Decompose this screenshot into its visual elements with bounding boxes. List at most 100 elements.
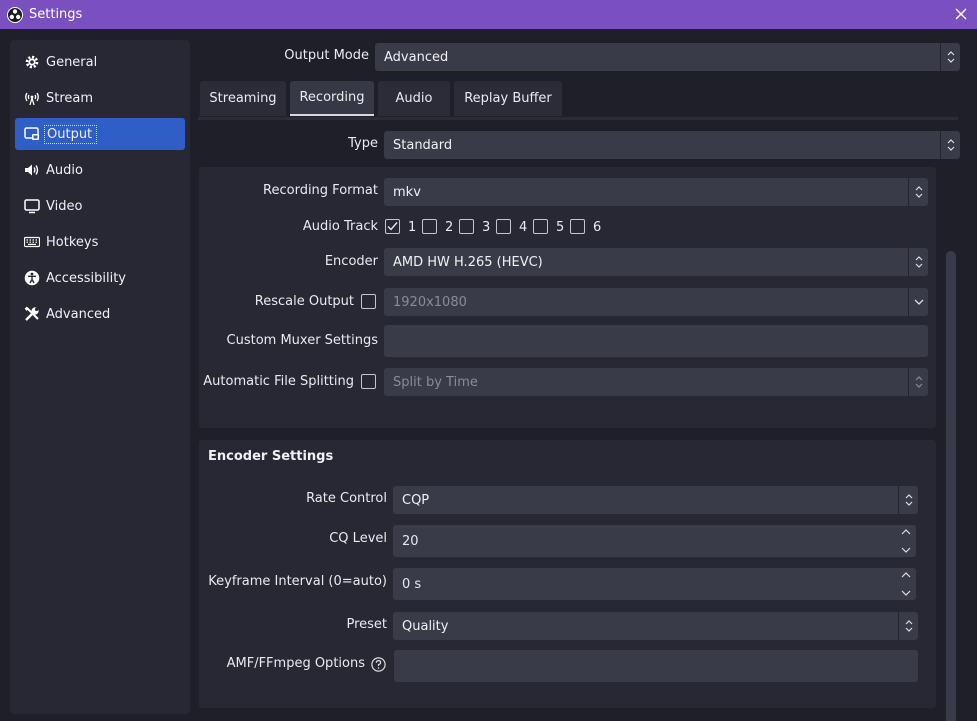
preset-value: Quality bbox=[402, 618, 449, 634]
audio-track-6-label: 6 bbox=[593, 220, 602, 235]
sidebar-item-output[interactable]: Output bbox=[15, 118, 185, 150]
rescale-output-checkbox[interactable] bbox=[361, 294, 376, 309]
recording-type-value: Standard bbox=[393, 137, 453, 153]
tab-label: Recording bbox=[299, 90, 365, 105]
recording-format-label: Recording Format bbox=[263, 183, 378, 198]
cq-level-label: CQ Level bbox=[329, 531, 387, 546]
audio-track-label: Audio Track bbox=[302, 219, 378, 234]
spin-arrows-icon[interactable] bbox=[900, 571, 912, 597]
sidebar-item-stream[interactable]: Stream bbox=[15, 82, 185, 114]
type-label: Type bbox=[348, 136, 378, 151]
audio-track-4-checkbox[interactable] bbox=[496, 219, 511, 234]
up-down-chevron-icon bbox=[908, 248, 928, 276]
sidebar-item-hotkeys[interactable]: Hotkeys bbox=[15, 226, 185, 258]
sidebar-item-label: Stream bbox=[46, 90, 94, 106]
sidebar-item-label: Advanced bbox=[46, 306, 111, 322]
sidebar-item-audio[interactable]: Audio bbox=[15, 154, 185, 186]
encoder-select[interactable]: AMD HW H.265 (HEVC) bbox=[384, 248, 928, 276]
recording-type-select[interactable]: Standard bbox=[384, 131, 960, 159]
keyframe-interval-spinbox[interactable]: 0 s bbox=[393, 568, 916, 600]
output-mode-select[interactable]: Advanced bbox=[375, 43, 960, 71]
obs-logo-icon bbox=[7, 6, 23, 23]
vertical-scrollbar[interactable] bbox=[946, 251, 956, 721]
rate-control-value: CQP bbox=[402, 492, 430, 508]
cq-level-spinbox[interactable]: 20 bbox=[393, 525, 916, 557]
window-title: Settings bbox=[29, 7, 83, 22]
help-icon[interactable] bbox=[371, 657, 386, 672]
file-splitting-checkbox[interactable] bbox=[361, 374, 376, 389]
audio-track-6-checkbox[interactable] bbox=[570, 219, 585, 234]
up-down-chevron-icon bbox=[908, 178, 928, 206]
preset-label: Preset bbox=[346, 617, 387, 632]
audio-track-5-checkbox[interactable] bbox=[533, 219, 548, 234]
rate-control-label: Rate Control bbox=[306, 491, 387, 506]
output-settings-panel: Output Mode Advanced Streaming Recording… bbox=[190, 29, 977, 721]
custom-muxer-input[interactable] bbox=[384, 325, 928, 357]
keyboard-icon bbox=[23, 233, 41, 251]
output-mode-label: Output Mode bbox=[284, 48, 369, 63]
audio-track-3-label: 3 bbox=[482, 220, 491, 235]
title-bar: Settings bbox=[0, 0, 977, 29]
encoder-settings-title: Encoder Settings bbox=[208, 449, 334, 464]
spin-arrows-icon[interactable] bbox=[900, 528, 912, 554]
output-mode-value: Advanced bbox=[384, 49, 449, 65]
up-down-chevron-icon bbox=[898, 612, 918, 640]
keyframe-interval-label: Keyframe Interval (0=auto) bbox=[208, 574, 387, 589]
sidebar-item-label: Hotkeys bbox=[46, 234, 99, 250]
encoder-value: AMD HW H.265 (HEVC) bbox=[393, 254, 543, 270]
custom-muxer-label: Custom Muxer Settings bbox=[226, 333, 378, 348]
cq-level-value: 20 bbox=[402, 533, 419, 549]
up-down-chevron-icon bbox=[940, 131, 960, 159]
audio-track-2-label: 2 bbox=[445, 220, 454, 235]
audio-track-5-label: 5 bbox=[556, 220, 565, 235]
keyframe-interval-value: 0 s bbox=[402, 576, 422, 592]
audio-track-4-label: 4 bbox=[519, 220, 528, 235]
speaker-icon bbox=[23, 161, 41, 179]
encoder-label: Encoder bbox=[324, 254, 378, 269]
audio-track-3-checkbox[interactable] bbox=[459, 219, 474, 234]
checkmark-icon bbox=[387, 222, 398, 231]
up-down-chevron-icon bbox=[940, 43, 960, 71]
chevron-down-icon bbox=[908, 288, 928, 316]
close-button[interactable] bbox=[949, 3, 973, 25]
tab-streaming[interactable]: Streaming bbox=[200, 81, 286, 116]
tab-recording[interactable]: Recording bbox=[290, 81, 374, 116]
accessibility-icon bbox=[23, 269, 41, 287]
audio-track-1-checkbox[interactable] bbox=[385, 219, 400, 234]
tab-divider bbox=[198, 117, 958, 120]
file-splitting-label: Automatic File Splitting bbox=[203, 374, 354, 389]
sidebar-item-label: Video bbox=[46, 198, 83, 214]
sidebar-item-accessibility[interactable]: Accessibility bbox=[15, 262, 185, 294]
rescale-resolution-select[interactable]: 1920x1080 bbox=[384, 288, 928, 316]
amf-options-input[interactable] bbox=[394, 650, 918, 682]
sidebar-item-video[interactable]: Video bbox=[15, 190, 185, 222]
output-icon bbox=[23, 125, 41, 143]
file-splitting-select[interactable]: Split by Time bbox=[384, 368, 928, 396]
tab-label: Replay Buffer bbox=[464, 91, 552, 106]
audio-track-2-checkbox[interactable] bbox=[422, 219, 437, 234]
up-down-chevron-icon bbox=[908, 368, 928, 396]
sidebar-item-advanced[interactable]: Advanced bbox=[15, 298, 185, 330]
amf-options-label: AMF/FFmpeg Options bbox=[226, 656, 365, 671]
recording-format-value: mkv bbox=[393, 184, 421, 200]
rate-control-select[interactable]: CQP bbox=[393, 486, 918, 514]
sidebar-item-general[interactable]: General bbox=[15, 46, 185, 78]
gear-icon bbox=[23, 53, 41, 71]
file-splitting-value: Split by Time bbox=[393, 374, 478, 390]
sidebar-item-label: Accessibility bbox=[46, 270, 126, 286]
tab-label: Streaming bbox=[209, 91, 277, 106]
sidebar-item-label: General bbox=[46, 54, 98, 70]
tab-label: Audio bbox=[395, 91, 433, 106]
tab-audio[interactable]: Audio bbox=[378, 81, 450, 116]
rescale-resolution-value: 1920x1080 bbox=[393, 294, 467, 310]
sidebar-item-label: Audio bbox=[46, 162, 83, 178]
recording-format-select[interactable]: mkv bbox=[384, 178, 928, 206]
up-down-chevron-icon bbox=[898, 486, 918, 514]
tools-icon bbox=[23, 305, 41, 323]
preset-select[interactable]: Quality bbox=[393, 612, 918, 640]
rescale-output-label: Rescale Output bbox=[254, 294, 354, 309]
tab-replay-buffer[interactable]: Replay Buffer bbox=[454, 81, 562, 116]
close-icon bbox=[955, 8, 967, 20]
sidebar: General Stream Output Audio Video Hotkey… bbox=[10, 40, 190, 714]
audio-track-1-label: 1 bbox=[408, 220, 417, 235]
